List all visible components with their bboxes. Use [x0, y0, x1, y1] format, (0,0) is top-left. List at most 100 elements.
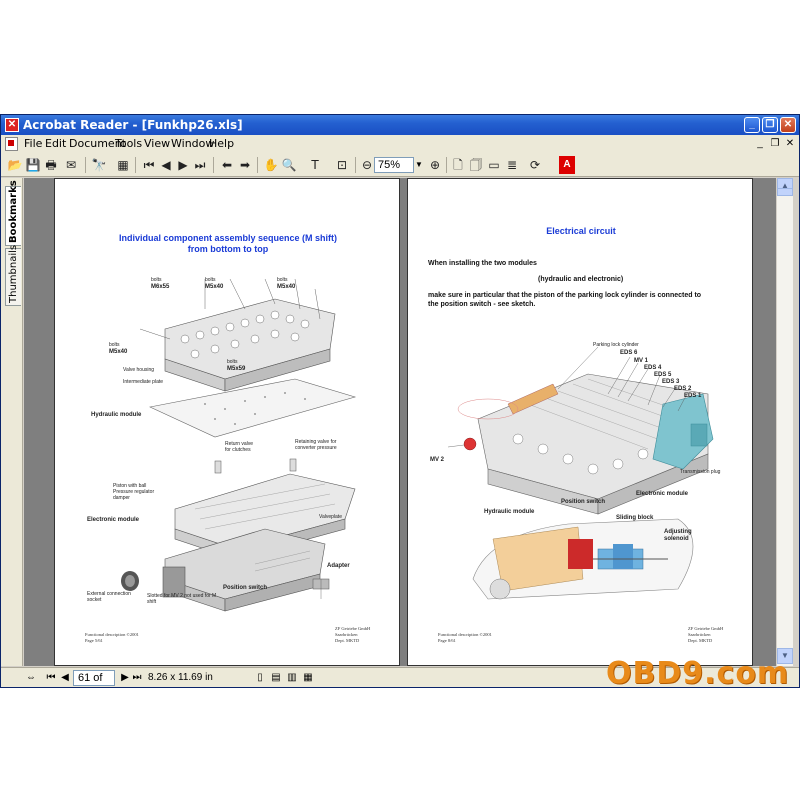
lbl-sliding-block: Sliding block — [616, 515, 654, 521]
tab-bookmarks-label: Bookmarks — [8, 180, 19, 243]
navigation-panel: Bookmarks Thumbnails — [1, 178, 23, 666]
email-icon[interactable]: ✉ — [63, 157, 79, 173]
lbl-electronic-module: Electronic module — [87, 517, 140, 523]
close-button[interactable]: ✕ — [780, 117, 796, 133]
lbl-bolts-4: bolts — [109, 342, 120, 348]
menu-tools[interactable]: Tools — [115, 137, 142, 150]
left-footer-city: Saarbrücken — [335, 632, 358, 637]
lbl-bolts-3: bolts — [277, 277, 288, 283]
lbl-slotted: Slotted for MV 2 not used for M — [147, 593, 217, 599]
left-footer-company: ZF Getriebe GmbH — [335, 626, 371, 631]
minimize-button[interactable]: _ — [744, 117, 760, 133]
lbl-bolts-2: bolts — [205, 277, 216, 283]
rotate-icon[interactable]: ⟳ — [527, 157, 543, 173]
fit-page-icon[interactable]: 🗍 — [468, 157, 484, 173]
document-view[interactable]: Individual component assembly sequence (… — [24, 178, 776, 666]
lbl-eds6: EDS 6 — [620, 350, 638, 356]
lbl-bolts-1-size: M6x55 — [151, 284, 170, 290]
lbl-transmission-plug: Transmission plug — [680, 469, 721, 475]
lbl-retaining-valve-2: converter pressure — [295, 445, 337, 451]
lbl-mv1: MV 1 — [634, 358, 649, 364]
tab-thumbnails-label: Thumbnails — [8, 244, 19, 303]
next-page-icon[interactable]: ▶ — [175, 157, 191, 173]
menu-file[interactable]: File — [24, 137, 42, 150]
lbl-external-connection-2: socket — [87, 597, 102, 603]
lbl-adjusting: Adjusting — [664, 529, 692, 535]
save-icon[interactable]: 💾 — [25, 157, 41, 173]
document-icon[interactable] — [5, 137, 18, 151]
page-layout-icon[interactable]: ⇔ — [23, 671, 39, 685]
open-icon[interactable]: 📂 — [7, 157, 23, 173]
prev-page-status-icon[interactable]: ◀ — [59, 671, 71, 685]
right-footer-city: Saarbrücken — [688, 632, 711, 637]
window-title: Acrobat Reader - [Funkhp26.xls] — [23, 118, 243, 132]
lbl-bolts-4-size: M5x40 — [109, 349, 128, 355]
title-bar[interactable]: ✕ Acrobat Reader - [Funkhp26.xls] _ ❐ ✕ — [1, 115, 799, 135]
left-footer-desc: Functional description ©2001 — [85, 632, 139, 637]
lbl-bolts-5-size: M5x59 — [227, 366, 246, 372]
zoom-in-icon[interactable]: ⊕ — [427, 157, 443, 173]
facing-icon[interactable]: ▥ — [285, 671, 299, 685]
reflow-icon[interactable]: ≣ — [504, 157, 520, 173]
lbl-adjusting-2: solenoid — [664, 536, 689, 542]
lbl-eds5: EDS 5 — [654, 372, 672, 378]
page-left: Individual component assembly sequence (… — [54, 178, 400, 666]
lbl-position-switch: Position switch — [223, 585, 268, 591]
right-footer-company: ZF Getriebe GmbH — [688, 626, 724, 631]
zoom-tool-icon[interactable]: 🔍 — [281, 157, 297, 173]
page-size-label: 8.26 x 11.69 in — [148, 672, 213, 683]
prev-page-icon[interactable]: ◀ — [158, 157, 174, 173]
last-page-icon[interactable]: ⏭ — [192, 157, 208, 173]
page-number-field[interactable]: 61 of 92 — [73, 670, 115, 687]
lbl-bolts-1: bolts — [151, 277, 162, 283]
first-page-icon[interactable]: ⏮ — [141, 157, 157, 173]
bookmarks-icon[interactable]: ▦ — [115, 157, 131, 173]
search-icon[interactable]: 🔭 — [91, 157, 107, 173]
back-icon[interactable]: ⬅ — [219, 157, 235, 173]
lbl-piston-3: damper — [113, 495, 130, 501]
menu-window[interactable]: Window — [171, 137, 214, 150]
right-footer-dept: Dept. MKTD — [688, 638, 713, 643]
next-page-status-icon[interactable]: ▶ — [119, 671, 131, 685]
text-select-icon[interactable]: T — [307, 157, 323, 173]
menu-edit[interactable]: Edit — [45, 137, 66, 150]
menu-view[interactable]: View — [144, 137, 170, 150]
lbl-valve-housing: Valve housing — [123, 367, 155, 373]
zoom-out-icon[interactable]: ⊖ — [359, 157, 375, 173]
snapshot-icon[interactable]: ⊡ — [334, 157, 350, 173]
hand-tool-icon[interactable]: ✋ — [263, 157, 279, 173]
actual-size-icon[interactable]: 🗋 — [450, 157, 466, 173]
zoom-dropdown-icon[interactable]: ▼ — [413, 157, 425, 173]
lbl-eds4: EDS 4 — [644, 365, 662, 371]
vertical-scrollbar[interactable]: ▲ ▼ — [776, 178, 793, 666]
scroll-thumb[interactable] — [777, 188, 793, 196]
continuous-facing-icon[interactable]: ▦ — [301, 671, 315, 685]
lbl-eds2: EDS 2 — [674, 386, 692, 392]
left-footer-dept: Dept. MKTD — [335, 638, 360, 643]
print-icon[interactable]: 🖶 — [43, 157, 59, 173]
maximize-button[interactable]: ❐ — [762, 117, 778, 133]
continuous-icon[interactable]: ▤ — [269, 671, 283, 685]
zoom-input[interactable]: 75% — [374, 157, 414, 173]
first-page-status-icon[interactable]: ⏮ — [45, 671, 57, 685]
lbl-eds1: EDS 1 — [684, 393, 702, 399]
lbl-position-switch-r: Position switch — [561, 499, 606, 505]
single-page-icon[interactable]: ▯ — [253, 671, 267, 685]
doc-close-button[interactable]: ✕ — [783, 137, 797, 151]
forward-icon[interactable]: ➡ — [237, 157, 253, 173]
menu-bar: File Edit Document Tools View Window Hel… — [1, 135, 799, 153]
tab-thumbnails[interactable]: Thumbnails — [5, 244, 21, 306]
lbl-bolts-2-size: M5x40 — [205, 284, 224, 290]
right-footer-page: Page 8/61 — [438, 638, 456, 643]
doc-restore-button[interactable]: ❐ — [768, 137, 782, 151]
last-page-status-icon[interactable]: ⏭ — [131, 671, 143, 685]
adobe-icon[interactable]: A — [559, 156, 575, 174]
fit-width-icon[interactable]: ▭ — [486, 157, 502, 173]
lbl-adapter: Adapter — [327, 563, 350, 569]
menu-help[interactable]: Help — [209, 137, 234, 150]
doc-minimize-button[interactable]: _ — [753, 137, 767, 151]
tab-bookmarks[interactable]: Bookmarks — [5, 180, 21, 246]
watermark-logo: OBD9.com — [606, 656, 790, 688]
acrobat-window: ✕ Acrobat Reader - [Funkhp26.xls] _ ❐ ✕ … — [0, 114, 800, 688]
acrobat-app-icon[interactable]: ✕ — [5, 118, 19, 132]
